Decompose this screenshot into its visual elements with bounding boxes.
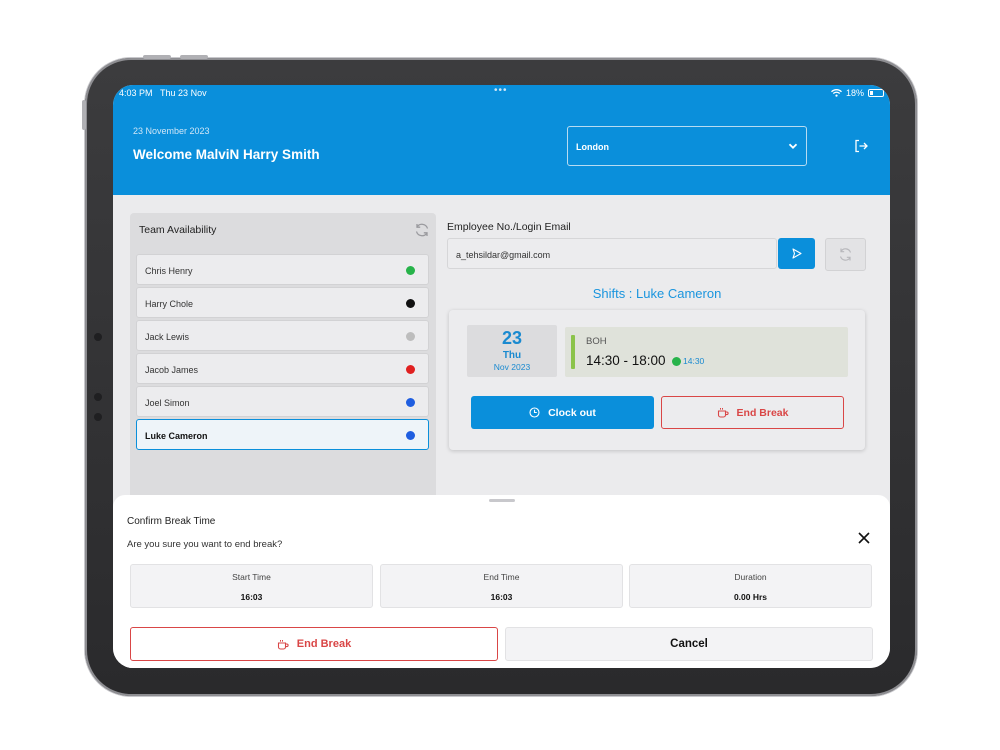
- status-date: Thu 23 Nov: [160, 88, 207, 98]
- status-dot: [406, 332, 415, 341]
- confirm-break-sheet: Confirm Break Time Are you sure you want…: [113, 495, 890, 668]
- duration-label: Duration: [734, 572, 767, 582]
- end-time-label: End Time: [483, 572, 520, 582]
- team-member-row[interactable]: Joel Simon: [136, 386, 429, 417]
- shift-status-bar: [571, 335, 575, 369]
- status-dot: [406, 299, 415, 308]
- location-value: London: [576, 142, 609, 152]
- duration-value: 0.00 Hrs: [733, 592, 768, 602]
- team-member-row[interactable]: Chris Henry: [136, 254, 429, 285]
- shift-time-range-text: 14:30 - 18:00: [586, 353, 666, 368]
- clock-icon: [529, 407, 540, 418]
- team-member-name: Chris Henry: [145, 266, 193, 276]
- status-time-date: 4:03 PM Thu 23 Nov: [119, 88, 207, 98]
- clock-in-time: 14:30: [683, 356, 705, 366]
- logout-icon[interactable]: [853, 138, 869, 154]
- battery-percent: 18%: [845, 88, 864, 98]
- shift-role: BOH: [586, 336, 607, 347]
- coffee-cup-icon: [277, 639, 289, 650]
- team-member-row[interactable]: Jacob James: [136, 353, 429, 384]
- team-member-name: Harry Chole: [145, 299, 194, 309]
- status-right: 18%: [831, 88, 884, 98]
- battery-icon: [868, 89, 884, 97]
- wifi-icon: [831, 89, 842, 97]
- cancel-button[interactable]: Cancel: [505, 627, 873, 661]
- start-time-value: 16:03: [240, 592, 263, 602]
- shift-weekday: Thu: [502, 350, 522, 361]
- refresh-button[interactable]: [825, 238, 866, 271]
- confirm-end-break-button[interactable]: End Break: [130, 627, 498, 661]
- employee-email-input[interactable]: a_tehsildar@gmail.com: [447, 238, 777, 269]
- confirm-end-break-label: End Break: [296, 638, 352, 650]
- status-dot: [406, 266, 415, 275]
- shift-time-range: 14:30 - 18:00: [586, 353, 666, 368]
- device-button: [82, 100, 86, 130]
- duration-box: Duration 0.00 Hrs: [629, 564, 872, 608]
- refresh-icon: [839, 248, 852, 261]
- end-time-value: 16:03: [490, 592, 513, 602]
- shift-card: 23 Thu Nov 2023 BOH 14:30 - 18:00 14:30 …: [449, 310, 865, 450]
- team-availability-panel: Team Availability Chris Henry Harry Chol…: [130, 213, 436, 513]
- camera-sensor: [94, 393, 102, 401]
- send-icon: [792, 248, 802, 259]
- status-dot: [406, 365, 415, 374]
- end-break-button[interactable]: End Break: [661, 396, 844, 429]
- team-member-name: Jacob James: [145, 365, 199, 375]
- end-break-label: End Break: [736, 406, 789, 419]
- app-header: 4:03 PM Thu 23 Nov ••• 18% 23 November 2…: [113, 85, 890, 195]
- coffee-cup-icon: [717, 408, 729, 418]
- header-date: 23 November 2023: [133, 126, 210, 136]
- start-time-label: Start Time: [232, 572, 271, 582]
- app-screen: 4:03 PM Thu 23 Nov ••• 18% 23 November 2…: [113, 85, 890, 668]
- device-button: [143, 55, 171, 59]
- team-member-name: Joel Simon: [145, 398, 190, 408]
- shift-month-year: Nov 2023: [493, 362, 531, 372]
- camera-sensor: [94, 413, 102, 421]
- multitask-dots[interactable]: •••: [494, 85, 508, 96]
- refresh-icon[interactable]: [414, 222, 430, 238]
- team-member-row-selected[interactable]: Luke Cameron: [136, 419, 429, 450]
- welcome-title: Welcome MalviN Harry Smith: [133, 147, 320, 162]
- team-member-name: Jack Lewis: [145, 332, 190, 342]
- shift-date-box: 23 Thu Nov 2023: [467, 325, 557, 377]
- clock-in-status-icon: [672, 356, 681, 366]
- clock-out-button[interactable]: Clock out: [471, 396, 654, 429]
- team-availability-title: Team Availability: [139, 224, 217, 236]
- cancel-label: Cancel: [670, 638, 708, 650]
- employee-field-label: Employee No./Login Email: [447, 221, 571, 233]
- sheet-message: Are you sure you want to end break?: [127, 539, 283, 550]
- send-button[interactable]: [778, 238, 815, 269]
- shift-day: 23: [501, 328, 523, 348]
- location-select[interactable]: London: [567, 126, 807, 166]
- device-button: [180, 55, 208, 59]
- camera-sensor: [94, 333, 102, 341]
- sheet-title: Confirm Break Time: [127, 516, 216, 527]
- clock-in-badge: 14:30: [672, 356, 704, 366]
- start-time-box: Start Time 16:03: [130, 564, 373, 608]
- sheet-grabber[interactable]: [489, 499, 515, 502]
- shifts-title: Shifts : Luke Cameron: [592, 286, 722, 301]
- status-time: 4:03 PM: [119, 88, 153, 98]
- team-member-name: Luke Cameron: [145, 431, 208, 441]
- chevron-down-icon: [788, 143, 798, 149]
- team-member-row[interactable]: Jack Lewis: [136, 320, 429, 351]
- close-icon[interactable]: [857, 531, 871, 545]
- employee-email-value: a_tehsildar@gmail.com: [456, 250, 551, 260]
- status-bar: 4:03 PM Thu 23 Nov ••• 18%: [113, 85, 890, 101]
- status-dot: [406, 431, 415, 440]
- team-member-row[interactable]: Harry Chole: [136, 287, 429, 318]
- clock-out-label: Clock out: [548, 406, 596, 419]
- shift-details[interactable]: BOH 14:30 - 18:00 14:30: [565, 327, 848, 377]
- status-dot: [406, 398, 415, 407]
- end-time-box: End Time 16:03: [380, 564, 623, 608]
